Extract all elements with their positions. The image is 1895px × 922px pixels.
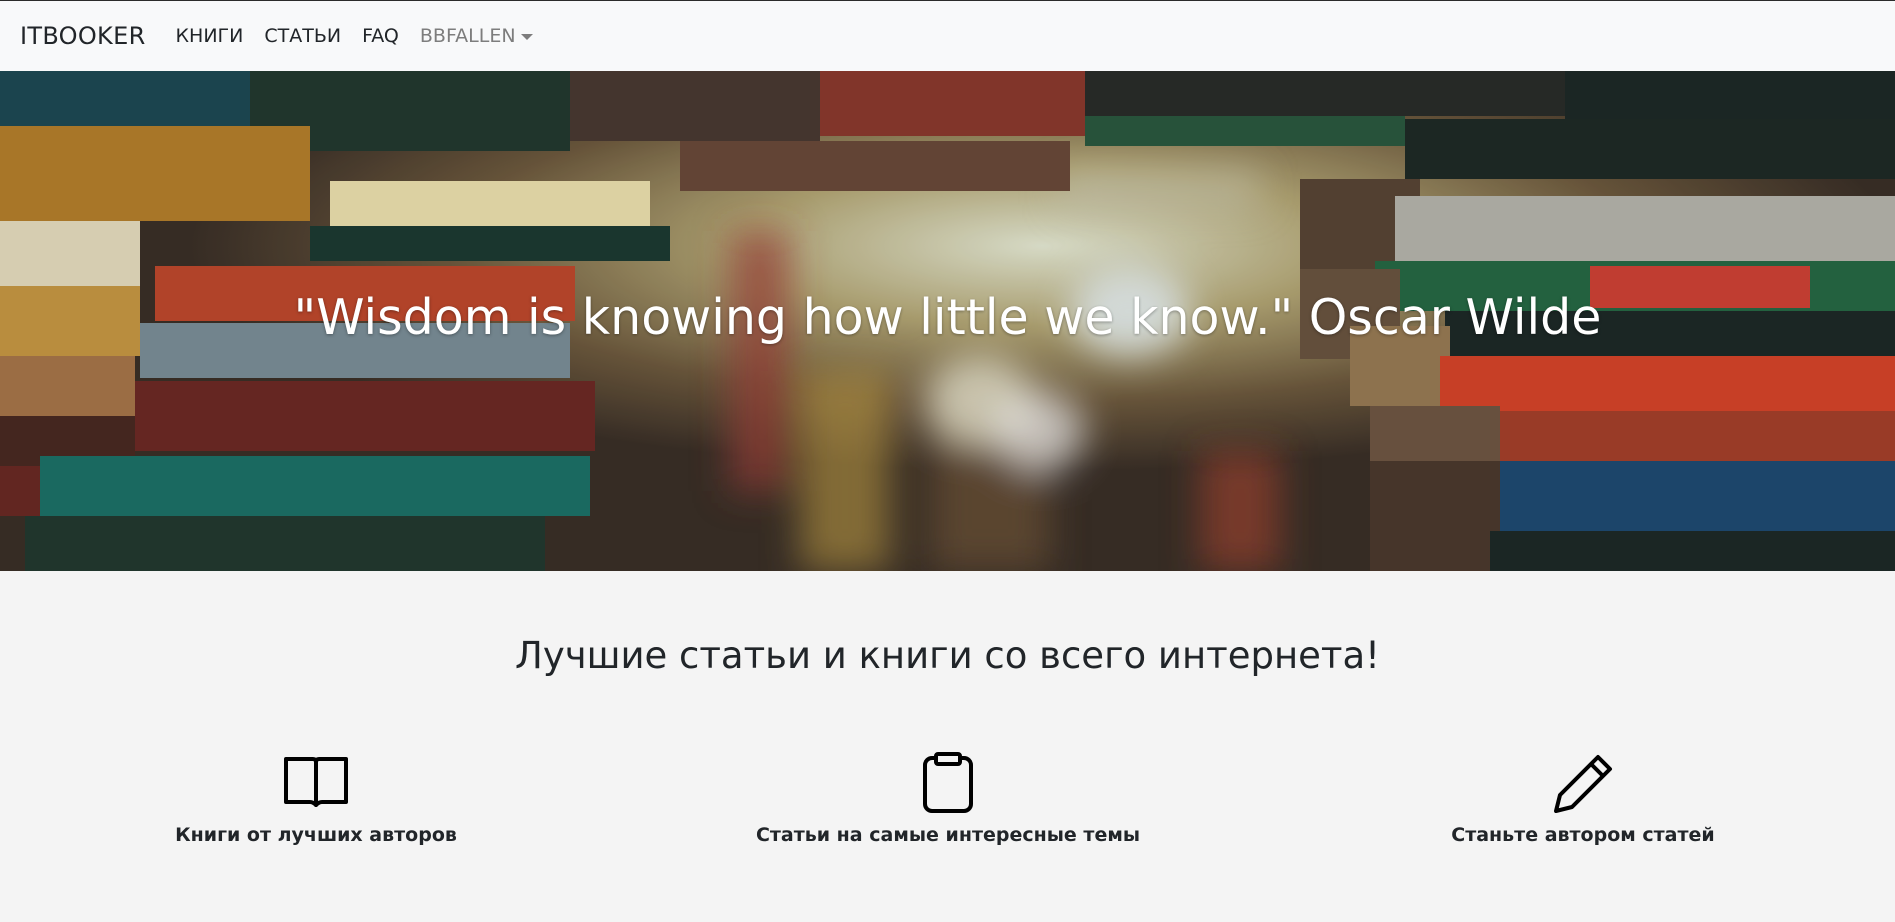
feature-books-label: Книги от лучших авторов (175, 824, 457, 846)
user-menu-label: BBFALLEN (419, 25, 516, 47)
nav-link-articles[interactable]: СТАТЬИ (264, 25, 341, 47)
hero-banner: "Wisdom is knowing how little we know." … (0, 71, 1895, 571)
pencil-icon (1554, 755, 1612, 813)
navbar: ITBOOKER КНИГИ СТАТЬИ FAQ BBFALLEN (0, 0, 1895, 71)
chevron-down-icon (520, 34, 533, 40)
feature-articles-label: Статьи на самые интересные темы (755, 824, 1141, 846)
feature-books: Книги от лучших авторов (106, 752, 526, 846)
clipboard-icon (923, 752, 973, 813)
feature-become-author-label: Станьте автором статей (1451, 824, 1715, 846)
nav-link-books[interactable]: КНИГИ (176, 25, 244, 47)
features-row: Книги от лучших авторов Статьи на самые … (0, 752, 1895, 852)
hero-quote: "Wisdom is knowing how little we know." … (293, 289, 1602, 346)
feature-become-author: Станьте автором статей (1373, 752, 1793, 846)
nav-link-faq[interactable]: FAQ (362, 25, 399, 47)
page-tagline: Лучшие статьи и книги со всего интернета… (515, 634, 1380, 677)
brand-logo[interactable]: ITBOOKER (20, 22, 146, 50)
book-icon (284, 757, 348, 807)
feature-articles: Статьи на самые интересные темы (738, 752, 1158, 846)
user-menu-dropdown[interactable]: BBFALLEN (420, 25, 533, 47)
